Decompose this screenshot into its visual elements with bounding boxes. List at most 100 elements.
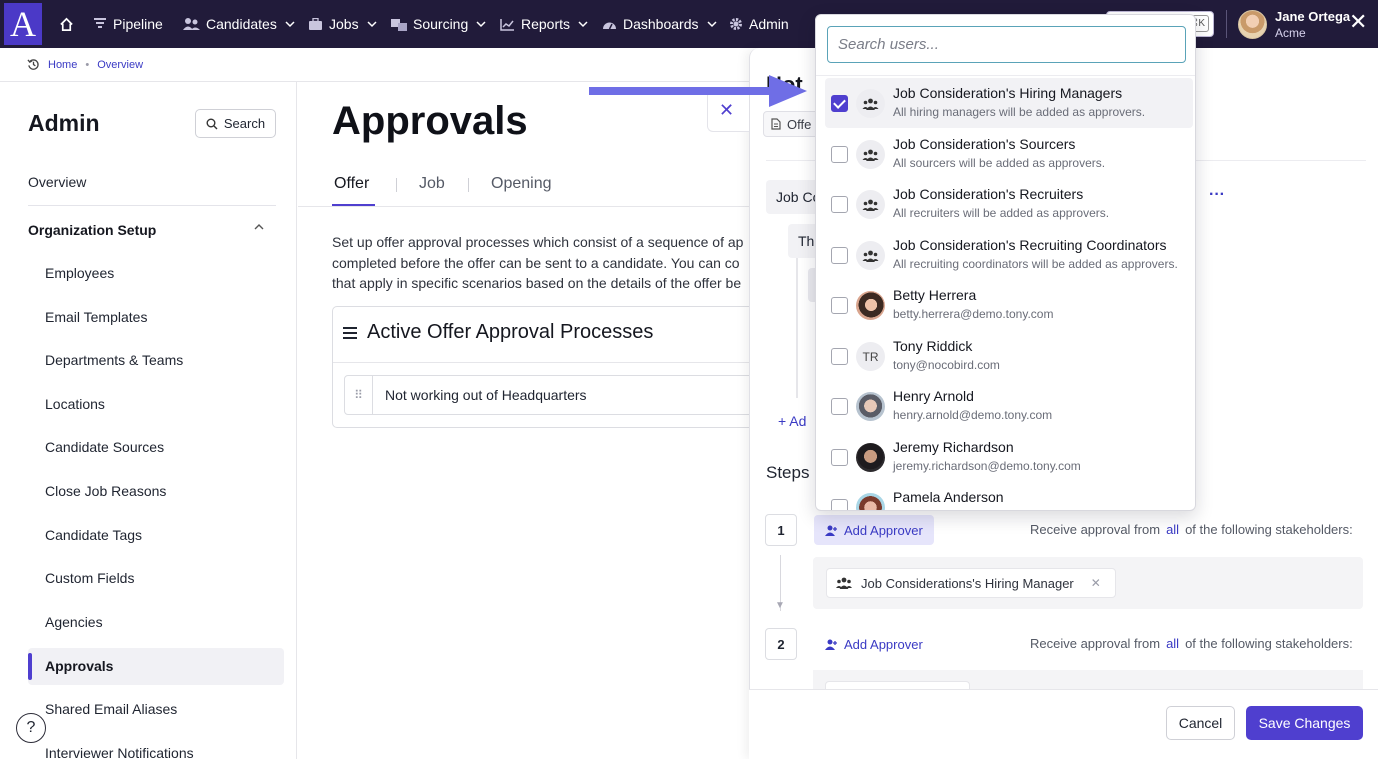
nav-dashboards[interactable]: Dashboards xyxy=(602,0,717,48)
tab-opening[interactable]: Opening xyxy=(491,175,552,193)
avatar xyxy=(856,291,885,320)
nav-pipeline[interactable]: Pipeline xyxy=(93,0,163,48)
checkbox-checked[interactable] xyxy=(831,95,848,112)
checkbox[interactable] xyxy=(831,196,848,213)
home-button[interactable] xyxy=(59,0,74,48)
checkbox[interactable] xyxy=(831,348,848,365)
process-row[interactable]: ⠿ Not working out of Headquarters xyxy=(344,375,774,415)
nav-sourcing[interactable]: Sourcing xyxy=(391,0,486,48)
approver-chip: Job Considerations's Hiring Manager ✕ xyxy=(826,568,1116,598)
option-title: Henry Arnold xyxy=(893,388,974,404)
dropdown-option[interactable]: Job Consideration's Recruiting Coordinat… xyxy=(825,230,1193,280)
card-header: Active Offer Approval Processes xyxy=(343,321,653,344)
save-changes-button[interactable]: Save Changes xyxy=(1246,706,1363,740)
remove-icon[interactable]: ✕ xyxy=(1091,576,1101,590)
checkbox[interactable] xyxy=(831,449,848,466)
sidebar-item-overview[interactable]: Overview xyxy=(28,174,86,190)
sidebar-item-approvals[interactable]: Approvals xyxy=(45,658,113,674)
breadcrumb-current[interactable]: Overview xyxy=(97,59,143,71)
breadcrumb-home[interactable]: Home xyxy=(48,59,77,71)
nav-candidates[interactable]: Candidates xyxy=(183,0,295,48)
avatar-initials: TR xyxy=(856,342,885,371)
dropdown-option[interactable]: Job Consideration's Hiring Managers All … xyxy=(825,78,1193,128)
checkbox[interactable] xyxy=(831,247,848,264)
sourcing-icon xyxy=(391,19,407,31)
nav-admin[interactable]: Admin xyxy=(729,0,789,48)
approvals-description: Set up offer approval processes which co… xyxy=(332,232,752,294)
tab-separator xyxy=(468,178,469,192)
help-button[interactable]: ? xyxy=(16,713,46,743)
sidebar-item-close-job-reasons[interactable]: Close Job Reasons xyxy=(45,483,166,499)
sidebar-search-button[interactable]: Search xyxy=(195,109,276,138)
dropdown-option[interactable]: Job Consideration's Sourcers All sourcer… xyxy=(825,129,1193,179)
sidebar-item-email-templates[interactable]: Email Templates xyxy=(45,309,147,325)
offer-chip-label: Offe xyxy=(787,116,812,132)
option-title: Betty Herrera xyxy=(893,287,977,303)
sidebar-item-locations[interactable]: Locations xyxy=(45,396,105,412)
process-name[interactable]: Not working out of Headquarters xyxy=(385,387,587,403)
nav-reports[interactable]: Reports xyxy=(500,0,588,48)
user-name[interactable]: Jane Ortega xyxy=(1275,9,1350,24)
arrow-down-icon: ▼ xyxy=(775,600,785,611)
sidebar-item-custom-fields[interactable]: Custom Fields xyxy=(45,570,134,586)
active-processes-card: Active Offer Approval Processes ⠿ Not wo… xyxy=(332,306,774,428)
steps-heading: Steps xyxy=(766,463,810,482)
sidebar-item-interviewer-notifications[interactable]: Interviewer Notifications xyxy=(45,745,194,759)
sidebar-divider xyxy=(28,205,276,206)
description-line: completed before the offer can be sent t… xyxy=(332,254,740,271)
nav-dashboards-label: Dashboards xyxy=(623,16,699,32)
sidebar-item-departments-teams[interactable]: Departments & Teams xyxy=(45,352,183,368)
page-title: Approvals xyxy=(332,99,528,143)
description-line: Set up offer approval processes which co… xyxy=(332,234,744,250)
card-divider xyxy=(333,362,773,363)
option-title: Job Consideration's Hiring Managers xyxy=(893,85,1123,101)
add-approver-button[interactable]: Add Approver xyxy=(814,515,934,545)
close-icon[interactable]: ✕ xyxy=(1349,9,1367,35)
chart-icon xyxy=(500,18,514,31)
sidebar-active-indicator xyxy=(28,653,32,680)
cancel-button[interactable]: Cancel xyxy=(1166,706,1235,740)
dropdown-option[interactable]: Betty Herrera betty.herrera@demo.tony.co… xyxy=(825,280,1193,330)
chevron-up-icon[interactable] xyxy=(253,221,265,233)
nav-sourcing-label: Sourcing xyxy=(413,16,469,32)
more-options-icon[interactable]: ··· xyxy=(1209,186,1225,204)
description-line: that apply in specific scenarios based o… xyxy=(332,275,742,291)
option-subtitle: jeremy.richardson@demo.tony.com xyxy=(893,459,1081,473)
dropdown-option[interactable]: Jeremy Richardson jeremy.richardson@demo… xyxy=(825,432,1193,482)
sidebar-item-candidate-sources[interactable]: Candidate Sources xyxy=(45,439,164,455)
sidebar-section-organization-setup[interactable]: Organization Setup xyxy=(28,222,156,238)
chevron-down-icon xyxy=(706,21,717,28)
nav-jobs[interactable]: Jobs xyxy=(308,0,377,48)
option-title: Job Consideration's Recruiters xyxy=(893,186,1084,202)
approval-quantifier-select[interactable]: all xyxy=(1160,522,1185,537)
add-condition-link[interactable]: + Ad xyxy=(778,413,806,429)
checkbox[interactable] xyxy=(831,398,848,415)
dropdown-option[interactable]: TR Tony Riddick tony@nocobird.com xyxy=(825,331,1193,381)
people-icon xyxy=(183,18,200,30)
approval-quantifier-select[interactable]: all xyxy=(1160,636,1185,651)
funnel-icon xyxy=(94,18,106,28)
step-number: 1 xyxy=(765,514,797,546)
drag-handle-icon[interactable]: ⠿ xyxy=(345,376,373,414)
checkbox[interactable] xyxy=(831,297,848,314)
sidebar-item-agencies[interactable]: Agencies xyxy=(45,614,103,630)
app-logo[interactable]: A xyxy=(4,3,42,45)
add-approver-button[interactable]: Add Approver xyxy=(814,629,934,659)
history-icon[interactable] xyxy=(27,58,40,71)
user-avatar[interactable] xyxy=(1238,10,1267,39)
checkbox[interactable] xyxy=(831,499,848,510)
receive-prefix: Receive approval from xyxy=(1030,636,1161,651)
dropdown-option[interactable]: Pamela Anderson xyxy=(825,482,1193,510)
dropdown-option[interactable]: Job Consideration's Recruiters All recru… xyxy=(825,179,1193,229)
sidebar-item-employees[interactable]: Employees xyxy=(45,265,114,281)
nav-jobs-label: Jobs xyxy=(329,16,359,32)
tab-job[interactable]: Job xyxy=(419,175,445,193)
sidebar-item-shared-email-aliases[interactable]: Shared Email Aliases xyxy=(45,701,177,717)
tab-offer[interactable]: Offer xyxy=(334,175,369,193)
search-users-input[interactable] xyxy=(827,26,1186,63)
option-subtitle: All hiring managers will be added as app… xyxy=(893,105,1146,119)
sidebar-item-candidate-tags[interactable]: Candidate Tags xyxy=(45,527,142,543)
add-approver-label: Add Approver xyxy=(844,522,923,538)
checkbox[interactable] xyxy=(831,146,848,163)
dropdown-option[interactable]: Henry Arnold henry.arnold@demo.tony.com xyxy=(825,381,1193,431)
